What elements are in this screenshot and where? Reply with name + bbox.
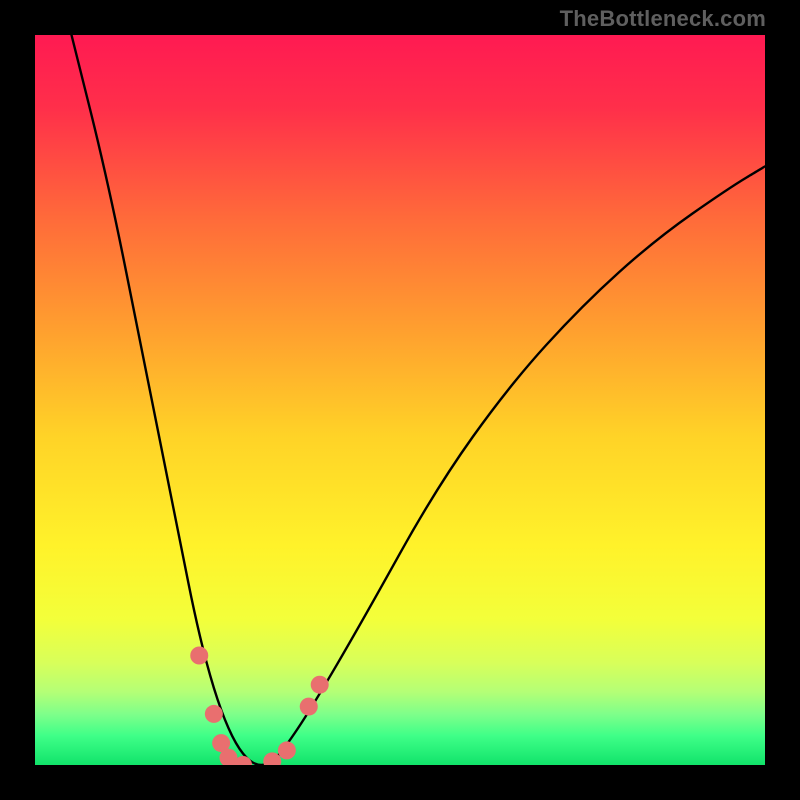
right-dot-top bbox=[311, 676, 329, 694]
chart-frame: TheBottleneck.com bbox=[0, 0, 800, 800]
left-dot-upper bbox=[190, 647, 208, 665]
watermark-text: TheBottleneck.com bbox=[560, 6, 766, 32]
curve-layer bbox=[35, 35, 765, 765]
right-dot-upper bbox=[300, 698, 318, 716]
left-dot-mid bbox=[205, 705, 223, 723]
right-dot-low bbox=[278, 741, 296, 759]
marker-group bbox=[190, 647, 328, 766]
plot-area bbox=[35, 35, 765, 765]
bottleneck-curve bbox=[72, 35, 766, 765]
